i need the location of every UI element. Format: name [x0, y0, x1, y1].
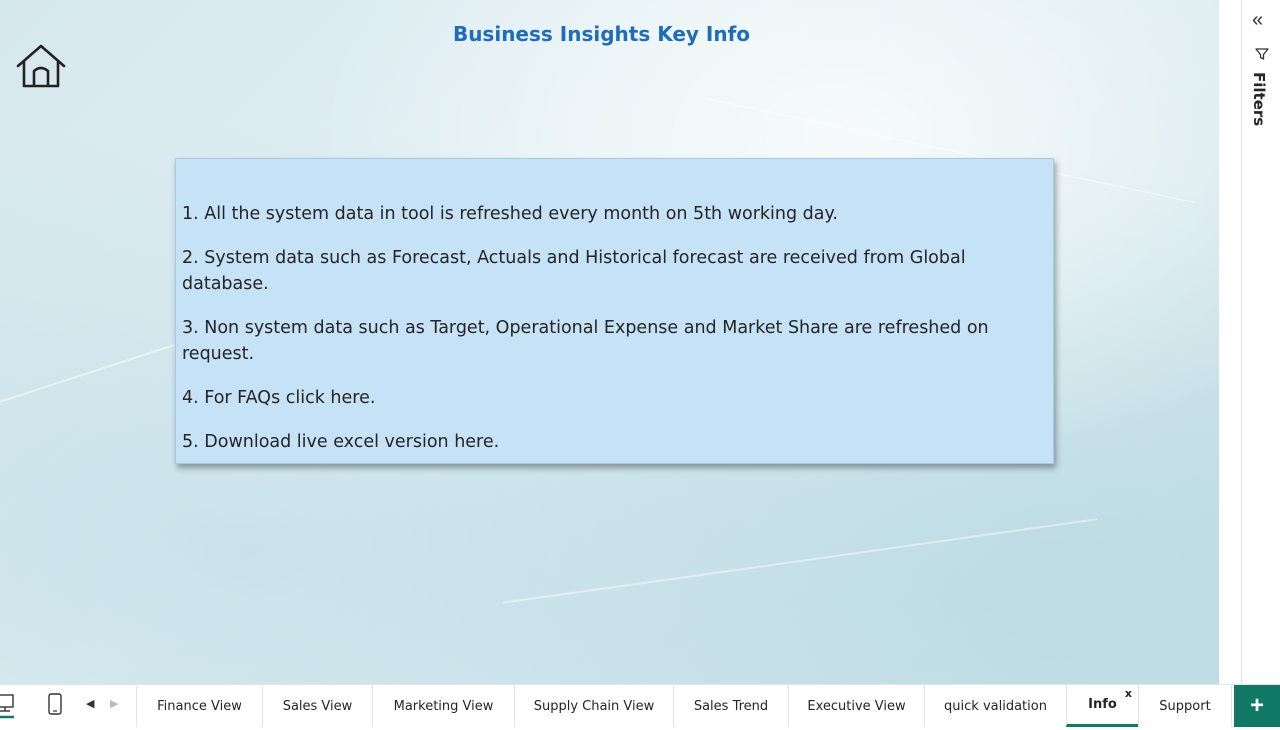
excel-download-link[interactable]: 5. Download live excel version here. — [182, 429, 1047, 455]
background-streak — [502, 518, 1098, 604]
tab-marketing-view[interactable]: Marketing View — [372, 685, 514, 727]
report-canvas: Business Insights Key Info 1. All the sy… — [0, 0, 1219, 684]
tab-label: Marketing View — [393, 698, 494, 714]
tab-label: Supply Chain View — [533, 698, 655, 714]
phone-icon[interactable] — [47, 693, 63, 717]
info-item: 2. System data such as Forecast, Actuals… — [182, 248, 966, 294]
tab-label: Sales Trend — [693, 698, 769, 714]
page-title: Business Insights Key Info — [452, 22, 751, 46]
filters-pane: « Filters — [1241, 0, 1280, 684]
canvas-gutter — [1219, 0, 1241, 684]
double-chevron-left-icon[interactable]: « — [1252, 10, 1263, 30]
desktop-icon[interactable] — [0, 693, 18, 719]
tab-label: Sales View — [282, 698, 353, 714]
tab-label: quick validation — [944, 698, 1047, 714]
tab-finance-view[interactable]: Finance View — [136, 685, 262, 727]
tab-support[interactable]: Support — [1138, 685, 1232, 727]
funnel-icon — [1255, 48, 1269, 60]
page-tabs: Finance View Sales View Marketing View S… — [136, 685, 1232, 730]
faq-link[interactable]: 4. For FAQs click here. — [182, 385, 1047, 411]
tab-supply-chain-view[interactable]: Supply Chain View — [514, 685, 673, 727]
add-page-button[interactable]: + — [1234, 685, 1280, 727]
info-item: 3. Non system data such as Target, Opera… — [182, 318, 989, 364]
info-textbox: 1. All the system data in tool is refres… — [175, 158, 1054, 464]
filters-toggle[interactable]: Filters — [1250, 72, 1268, 126]
tab-sales-view[interactable]: Sales View — [262, 685, 372, 727]
tab-quick-validation[interactable]: quick validation — [924, 685, 1066, 727]
home-icon — [16, 44, 66, 88]
tab-sales-trend[interactable]: Sales Trend — [673, 685, 788, 727]
tab-label: Info — [1088, 697, 1117, 712]
tab-label: Support — [1159, 698, 1211, 714]
home-button[interactable] — [14, 42, 68, 92]
triangle-right-icon[interactable]: ▶ — [110, 697, 118, 710]
info-item: 1. All the system data in tool is refres… — [182, 204, 838, 224]
tab-executive-view[interactable]: Executive View — [788, 685, 924, 727]
tab-label: Executive View — [807, 698, 906, 714]
close-tab-icon[interactable]: x — [1125, 687, 1132, 700]
triangle-left-icon[interactable]: ◀ — [86, 697, 94, 710]
tab-label: Finance View — [157, 698, 242, 714]
tab-info[interactable]: Info x — [1066, 685, 1138, 727]
page-tab-bar: ◀ ▶ Finance View Sales View Marketing Vi… — [0, 684, 1280, 730]
